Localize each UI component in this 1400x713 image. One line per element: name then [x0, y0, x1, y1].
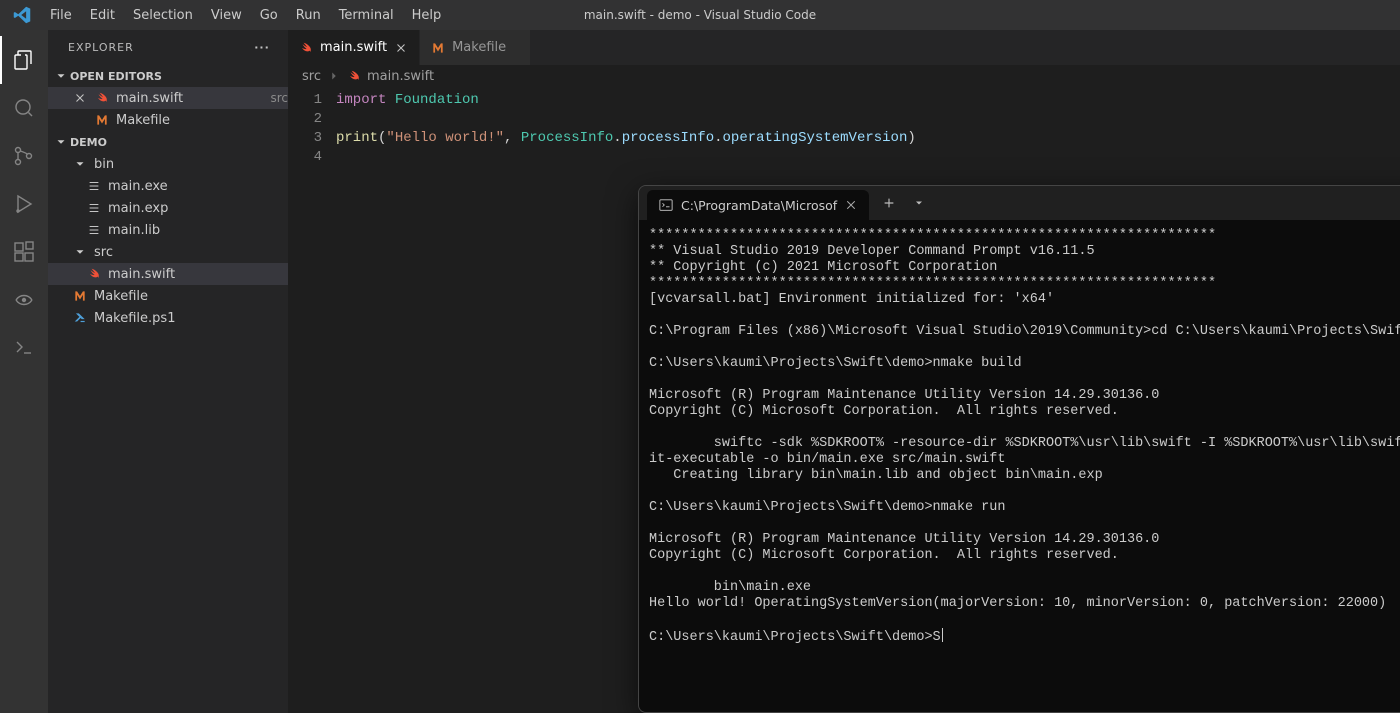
menu-help[interactable]: Help: [404, 4, 450, 27]
workspace-header[interactable]: DEMO: [48, 131, 288, 153]
editor-tab[interactable]: main.swift: [288, 30, 420, 65]
terminal-tabbar: C:\ProgramData\Microsof: [639, 186, 1400, 220]
breadcrumb-segment[interactable]: src: [302, 69, 321, 84]
tree-item-label: main.lib: [108, 223, 288, 238]
menu-bar: FileEditSelectionViewGoRunTerminalHelp: [42, 4, 449, 27]
terminal-window: C:\ProgramData\Microsof **********: [638, 185, 1400, 713]
activity-source-control-icon[interactable]: [0, 132, 48, 180]
makefile-icon: [430, 40, 446, 56]
code-line[interactable]: [336, 110, 916, 129]
titlebar: FileEditSelectionViewGoRunTerminalHelp m…: [0, 0, 1400, 30]
tree-item-label: main.exe: [108, 179, 288, 194]
menu-view[interactable]: View: [203, 4, 250, 27]
makefile-icon: [94, 112, 110, 128]
chevron-down-icon: [72, 157, 88, 171]
breadcrumb-segment[interactable]: main.swift: [367, 69, 434, 84]
terminal-output[interactable]: ****************************************…: [639, 220, 1400, 712]
vscode-logo-icon: [8, 1, 36, 29]
menu-run[interactable]: Run: [288, 4, 329, 27]
code-line[interactable]: import Foundation: [336, 91, 916, 110]
swift-icon: [298, 40, 314, 56]
activity-run-debug-icon[interactable]: [0, 180, 48, 228]
chevron-down-icon: [72, 245, 88, 259]
open-editor-label: main.swift: [116, 91, 260, 106]
editor-area: main.swift Makefile src main.swift 1234 im…: [288, 30, 1400, 713]
code-line[interactable]: [336, 148, 916, 167]
swift-icon: [347, 69, 361, 83]
activity-explorer-icon[interactable]: [0, 36, 48, 84]
line-number: 3: [288, 129, 322, 148]
tree-file[interactable]: main.lib: [48, 219, 288, 241]
editor-tab[interactable]: Makefile: [420, 30, 531, 65]
activity-bar: [0, 30, 48, 713]
sidebar-more-icon[interactable]: ···: [252, 41, 272, 54]
sidebar-explorer: EXPLORER ··· OPEN EDITORS main.swift src M…: [48, 30, 288, 713]
menu-go[interactable]: Go: [252, 4, 286, 27]
tree-file[interactable]: main.exp: [48, 197, 288, 219]
makefile-icon: [72, 288, 88, 304]
open-editor-label: Makefile: [116, 113, 288, 128]
open-editor-item[interactable]: Makefile: [48, 109, 288, 131]
generic-icon: [86, 178, 102, 194]
tree-folder[interactable]: bin: [48, 153, 288, 175]
open-editors-header[interactable]: OPEN EDITORS: [48, 65, 288, 87]
line-number: 1: [288, 91, 322, 110]
menu-edit[interactable]: Edit: [82, 4, 123, 27]
tree-item-label: bin: [94, 157, 288, 172]
editor-tab-label: main.swift: [320, 40, 387, 55]
tree-file[interactable]: Makefile.ps1: [48, 307, 288, 329]
tree-item-label: src: [94, 245, 288, 260]
chevron-down-icon: [54, 69, 68, 83]
activity-extensions-icon[interactable]: [0, 228, 48, 276]
sidebar-title: EXPLORER ···: [48, 30, 288, 65]
chevron-down-icon: [54, 135, 68, 149]
code-content[interactable]: import Foundation print("Hello world!", …: [336, 91, 916, 167]
menu-terminal[interactable]: Terminal: [331, 4, 402, 27]
sidebar-title-label: EXPLORER: [68, 41, 134, 54]
menu-file[interactable]: File: [42, 4, 80, 27]
open-editor-hint: src: [270, 91, 288, 105]
activity-remote-icon[interactable]: [0, 276, 48, 324]
tree-item-label: Makefile.ps1: [94, 311, 288, 326]
tree-file[interactable]: Makefile: [48, 285, 288, 307]
tree-item-label: main.exp: [108, 201, 288, 216]
tree-item-label: main.swift: [108, 267, 288, 282]
menu-selection[interactable]: Selection: [125, 4, 201, 27]
terminal-dropdown-button[interactable]: [905, 186, 933, 220]
close-icon[interactable]: [72, 91, 88, 105]
open-editors-list: main.swift src Makefile: [48, 87, 288, 131]
swift-icon: [94, 90, 110, 106]
tree-file[interactable]: main.exe: [48, 175, 288, 197]
generic-icon: [86, 222, 102, 238]
terminal-tab-title: C:\ProgramData\Microsof: [681, 198, 837, 213]
tree-file[interactable]: main.swift: [48, 263, 288, 285]
swift-icon: [86, 266, 102, 282]
line-number-gutter: 1234: [288, 91, 336, 167]
editor-tabs: main.swift Makefile: [288, 30, 1400, 65]
terminal-tab[interactable]: C:\ProgramData\Microsof: [647, 190, 869, 220]
open-editor-item[interactable]: main.swift src: [48, 87, 288, 109]
editor-tab-label: Makefile: [452, 40, 506, 55]
code-editor[interactable]: 1234 import Foundation print("Hello worl…: [288, 87, 1400, 167]
ps1-icon: [72, 310, 88, 326]
terminal-icon: [659, 198, 673, 212]
close-icon[interactable]: [845, 199, 857, 211]
breadcrumb[interactable]: src main.swift: [288, 65, 1400, 87]
activity-terminal-icon[interactable]: [0, 324, 48, 372]
line-number: 4: [288, 148, 322, 167]
open-editors-label: OPEN EDITORS: [70, 70, 162, 83]
code-line[interactable]: print("Hello world!", ProcessInfo.proces…: [336, 129, 916, 148]
tree-item-label: Makefile: [94, 289, 288, 304]
terminal-add-tab-button[interactable]: [873, 186, 905, 220]
chevron-right-icon: [327, 69, 341, 83]
generic-icon: [86, 200, 102, 216]
tree-folder[interactable]: src: [48, 241, 288, 263]
workspace-label: DEMO: [70, 136, 107, 149]
close-icon[interactable]: [393, 41, 409, 55]
line-number: 2: [288, 110, 322, 129]
file-tree: bin main.exe main.exp main.lib src main.swift…: [48, 153, 288, 329]
activity-search-icon[interactable]: [0, 84, 48, 132]
window-title: main.swift - demo - Visual Studio Code: [584, 8, 816, 22]
